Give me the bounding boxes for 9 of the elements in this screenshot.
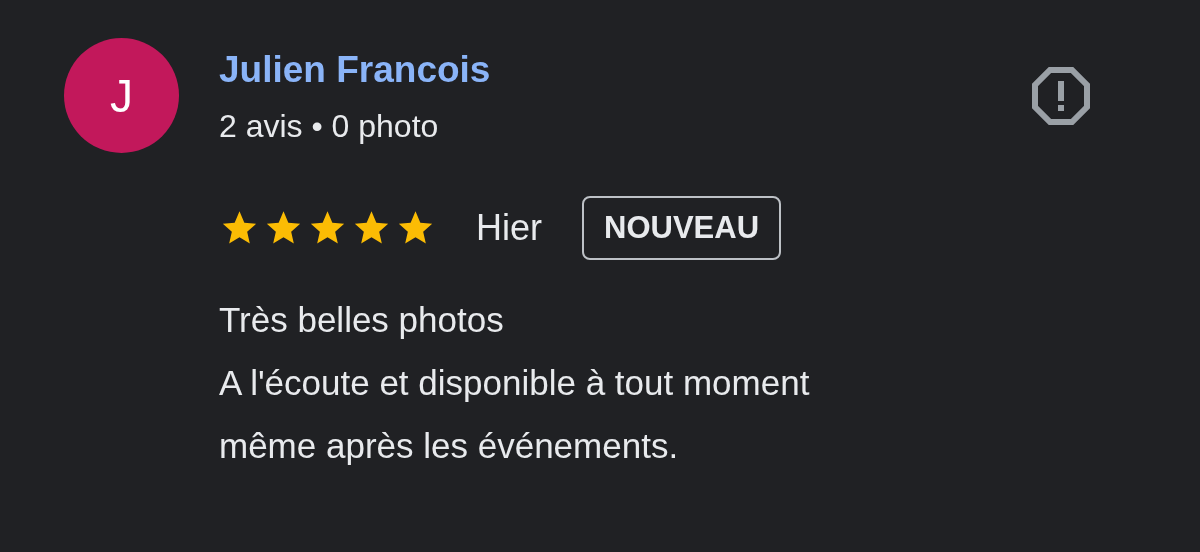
review-text: Très belles photos bbox=[219, 299, 505, 341]
review-text: A l'écoute et disponible à tout moment bbox=[219, 362, 811, 404]
author-name[interactable]: Julien Francois bbox=[219, 42, 491, 98]
review-date: Hier bbox=[476, 207, 542, 249]
report-icon[interactable] bbox=[1031, 66, 1091, 126]
new-badge: NOUVEAU bbox=[582, 196, 782, 260]
review-text: même après les événements. bbox=[219, 425, 680, 467]
review-count: 2 avis • 0 photo bbox=[219, 107, 440, 146]
avatar: J bbox=[64, 38, 179, 153]
